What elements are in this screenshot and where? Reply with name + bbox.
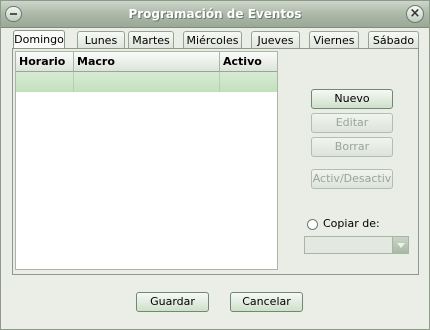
tab-sabado[interactable]: Sábado [368, 31, 419, 48]
column-header-macro[interactable]: Macro [74, 52, 220, 71]
copiar-checkbox[interactable] [307, 219, 318, 230]
window: Programación de Eventos × Domingo Lunes … [0, 0, 430, 330]
cancelar-button[interactable]: Cancelar [230, 292, 303, 312]
chevron-down-icon[interactable] [392, 237, 408, 253]
tab-domingo[interactable]: Domingo [13, 30, 65, 49]
activ-desactiv-button[interactable]: Activ/Desactiv [311, 169, 393, 189]
tab-martes[interactable]: Martes [128, 31, 174, 48]
borrar-button[interactable]: Borrar [311, 137, 393, 157]
table-cell-macro [74, 72, 220, 92]
editar-button[interactable]: Editar [311, 113, 393, 133]
nuevo-button[interactable]: Nuevo [311, 89, 393, 109]
guardar-button[interactable]: Guardar [136, 292, 209, 312]
copiar-label: Copiar de: [323, 217, 380, 230]
tab-miercoles[interactable]: Miércoles [183, 31, 242, 48]
table-cell-horario [16, 72, 74, 92]
table-header: Horario Macro Activo [16, 52, 277, 72]
window-title: Programación de Eventos [128, 7, 302, 21]
copiar-dropdown[interactable] [304, 236, 409, 254]
tab-jueves[interactable]: Jueves [251, 31, 300, 48]
close-icon[interactable]: × [406, 5, 424, 23]
tab-viernes[interactable]: Viernes [309, 31, 359, 48]
column-header-horario[interactable]: Horario [16, 52, 74, 71]
column-header-activo[interactable]: Activo [220, 52, 277, 71]
table-cell-activo [220, 72, 277, 92]
table-row[interactable] [16, 72, 277, 92]
events-table[interactable]: Horario Macro Activo [15, 51, 278, 270]
title-bar: Programación de Eventos × [1, 1, 429, 28]
tab-lunes[interactable]: Lunes [77, 31, 125, 48]
